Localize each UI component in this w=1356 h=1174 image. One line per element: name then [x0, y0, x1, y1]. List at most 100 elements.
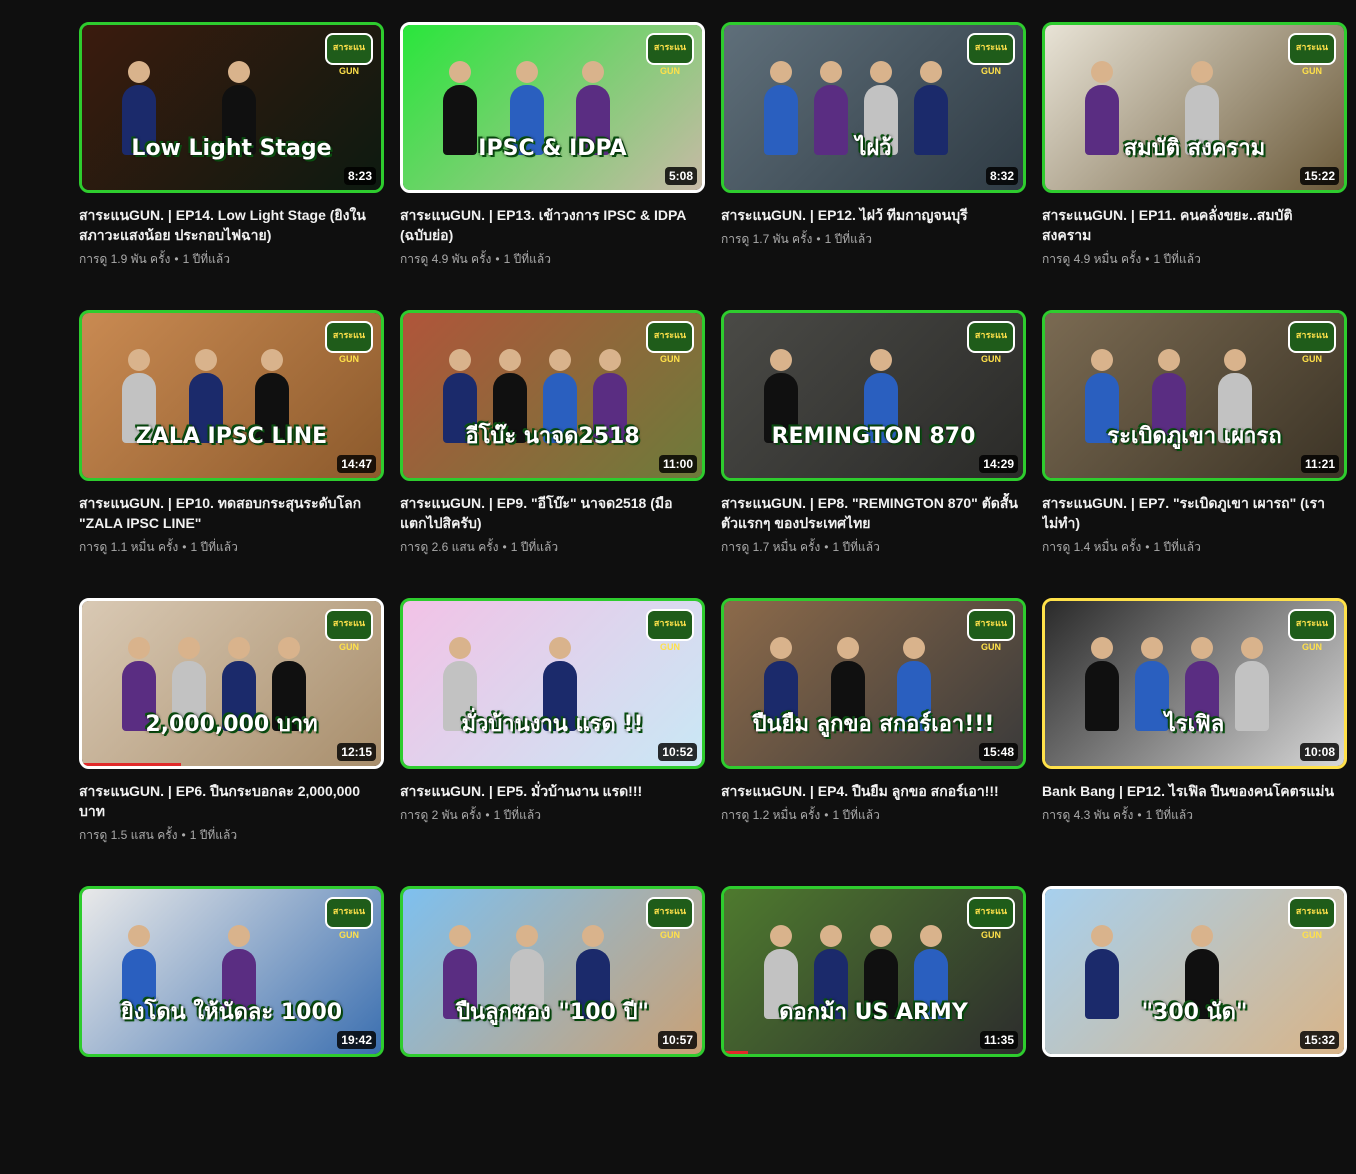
person-head — [128, 61, 150, 83]
person-head — [449, 349, 471, 371]
video-card[interactable]: สาระแน GUN ดอกม้า US ARMY 11:35 — [721, 886, 1026, 1174]
view-count: การดู 1.1 หมื่น ครั้ง — [79, 540, 179, 554]
video-thumbnail[interactable]: สาระแน GUN 2,000,000 บาท 12:15 — [79, 598, 384, 769]
video-card[interactable]: สาระแน GUN REMINGTON 870 14:29 สาระแนGUN. |… — [721, 310, 1026, 598]
view-count: การดู 2.6 แสน ครั้ง — [400, 540, 499, 554]
video-thumbnail[interactable]: สาระแน GUN ยิงโดน ให้นัดละ 1000 19:42 — [79, 886, 384, 1057]
person-head — [499, 349, 521, 371]
video-thumbnail[interactable]: สาระแน GUN ระเบิดภูเขา เผารถ 11:21 — [1042, 310, 1347, 481]
channel-logo-icon: สาระแน GUN — [1288, 33, 1336, 76]
video-title[interactable]: สาระแนGUN. | EP12. ไฝว้ ทีมกาญจนบุรี — [721, 205, 1026, 225]
video-title[interactable]: สาระแนGUN. | EP10. ทดสอบกระสุนระดับโลก "… — [79, 493, 384, 533]
person-head — [836, 637, 859, 659]
meta-separator: • — [824, 540, 829, 554]
channel-logo-icon: สาระแน GUN — [325, 33, 373, 76]
person-head — [1091, 61, 1113, 83]
video-thumbnail[interactable]: สาระแน GUN ไรเฟิล 10:08 — [1042, 598, 1347, 769]
meta-separator: • — [495, 252, 500, 266]
duration-badge: 14:47 — [337, 455, 376, 473]
duration-badge: 15:48 — [979, 743, 1018, 761]
view-count: การดู 4.9 หมื่น ครั้ง — [1042, 252, 1142, 266]
thumbnail-overlay-text: 2,000,000 บาท — [145, 712, 318, 737]
video-thumbnail[interactable]: สาระแน GUN REMINGTON 870 14:29 — [721, 310, 1026, 481]
thumbnail-overlay-text: ดอกม้า US ARMY — [779, 1000, 968, 1025]
meta-separator: • — [181, 828, 186, 842]
channel-logo-icon: สาระแน GUN — [1288, 897, 1336, 940]
channel-logo-icon: สาระแน GUN — [967, 609, 1015, 652]
duration-badge: 19:42 — [337, 1031, 376, 1049]
channel-logo-icon: สาระแน GUN — [967, 33, 1015, 76]
video-card[interactable]: สาระแน GUN IPSC & IDPA 5:08 สาระแนGUN. | EP… — [400, 22, 705, 310]
person-head — [228, 637, 250, 659]
video-thumbnail[interactable]: สาระแน GUN ปืนลูกซอง "100 ปี" 10:57 — [400, 886, 705, 1057]
person-head — [770, 637, 792, 659]
meta-separator: • — [1145, 540, 1150, 554]
video-thumbnail[interactable]: สาระแน GUN ไฝว้ 8:32 — [721, 22, 1026, 193]
thumbnail-overlay-text: ปืนยืม ลูกขอ สกอร์เอา!!! — [752, 712, 995, 737]
video-title[interactable]: สาระแนGUN. | EP11. คนคลั่งขยะ..สมบัติสงค… — [1042, 205, 1347, 245]
duration-badge: 8:23 — [343, 167, 376, 185]
video-title[interactable]: สาระแนGUN. | EP6. ปืนกระบอกละ 2,000,000 … — [79, 781, 384, 821]
video-card[interactable]: สาระแน GUN ZALA IPSC LINE 14:47 สาระแนGUN. … — [79, 310, 384, 598]
channel-logo-icon: สาระแน GUN — [646, 321, 694, 364]
video-title[interactable]: สาระแนGUN. | EP14. Low Light Stage (ยิงใ… — [79, 205, 384, 245]
channel-logo-icon: สาระแน GUN — [325, 609, 373, 652]
video-title[interactable]: สาระแนGUN. | EP7. "ระเบิดภูเขา เผารถ" (เ… — [1042, 493, 1347, 533]
video-title[interactable]: สาระแนGUN. | EP9. "อีโบ๊ะ" นาจด2518 (มือ… — [400, 493, 705, 533]
video-card[interactable]: สาระแน GUN สมบัติ สงคราม 15:22 สาระแนGUN. |… — [1042, 22, 1347, 310]
video-metadata: การดู 2.6 แสน ครั้ง • 1 ปีที่แล้ว — [400, 539, 705, 555]
video-thumbnail[interactable]: สาระแน GUN มั่วบ้านงาน แรด !! 10:52 — [400, 598, 705, 769]
video-card[interactable]: สาระแน GUN ปืนยืม ลูกขอ สกอร์เอา!!! 15:48 ส… — [721, 598, 1026, 886]
upload-age: 1 ปีที่แล้ว — [493, 808, 541, 822]
channel-logo-icon: สาระแน GUN — [1288, 321, 1336, 364]
video-thumbnail[interactable]: สาระแน GUN สมบัติ สงคราม 15:22 — [1042, 22, 1347, 193]
video-thumbnail[interactable]: สาระแน GUN IPSC & IDPA 5:08 — [400, 22, 705, 193]
video-thumbnail[interactable]: สาระแน GUN อีโบ๊ะ นาจด2518 11:00 — [400, 310, 705, 481]
video-card[interactable]: สาระแน GUN อีโบ๊ะ นาจด2518 11:00 สาระแนGUN.… — [400, 310, 705, 598]
video-title[interactable]: สาระแนGUN. | EP4. ปืนยืม ลูกขอ สกอร์เอา!… — [721, 781, 1026, 801]
video-card[interactable]: สาระแน GUN ปืนลูกซอง "100 ปี" 10:57 — [400, 886, 705, 1174]
video-card[interactable]: สาระแน GUN Low Light Stage 8:23 สาระแนGUN. … — [79, 22, 384, 310]
channel-logo-icon: สาระแน GUN — [1288, 609, 1336, 652]
video-title[interactable]: สาระแนGUN. | EP13. เข้าวงการ IPSC & IDPA… — [400, 205, 705, 245]
video-title[interactable]: สาระแนGUN. | EP5. มั่วบ้านงาน แรด!!! — [400, 781, 705, 801]
video-metadata: การดู 2 พัน ครั้ง • 1 ปีที่แล้ว — [400, 807, 705, 823]
view-count: การดู 1.2 หมื่น ครั้ง — [721, 808, 821, 822]
view-count: การดู 4.9 พัน ครั้ง — [400, 252, 492, 266]
person-head — [770, 61, 792, 83]
video-thumbnail[interactable]: สาระแน GUN ปืนยืม ลูกขอ สกอร์เอา!!! 15:48 — [721, 598, 1026, 769]
person-head — [1157, 349, 1180, 371]
upload-age: 1 ปีที่แล้ว — [510, 540, 559, 554]
channel-logo-icon: สาระแน GUN — [967, 897, 1015, 940]
thumbnail-overlay-text: ไรเฟิล — [1164, 712, 1225, 737]
person-head — [449, 61, 471, 83]
video-card[interactable]: สาระแน GUN ไฝว้ 8:32 สาระแนGUN. | EP12. ไฝว… — [721, 22, 1026, 310]
upload-age: 1 ปีที่แล้ว — [190, 540, 238, 554]
video-card[interactable]: สาระแน GUN มั่วบ้านงาน แรด !! 10:52 สาระแนG… — [400, 598, 705, 886]
person-head — [1091, 637, 1113, 659]
person-head — [261, 349, 284, 371]
video-thumbnail[interactable]: สาระแน GUN ZALA IPSC LINE 14:47 — [79, 310, 384, 481]
person-head — [770, 349, 792, 371]
video-metadata: การดู 1.4 หมื่น ครั้ง • 1 ปีที่แล้ว — [1042, 539, 1347, 555]
thumbnail-overlay-text: REMINGTON 870 — [771, 424, 976, 449]
person-head — [582, 61, 605, 83]
video-metadata: การดู 1.7 หมื่น ครั้ง • 1 ปีที่แล้ว — [721, 539, 1026, 555]
video-card[interactable]: สาระแน GUN ไรเฟิล 10:08 Bank Bang | EP12. ไ… — [1042, 598, 1347, 886]
thumbnail-overlay-text: มั่วบ้านงาน แรด !! — [461, 712, 644, 737]
video-thumbnail[interactable]: สาระแน GUN "300 นัด" 15:32 — [1042, 886, 1347, 1057]
video-thumbnail[interactable]: สาระแน GUN Low Light Stage 8:23 — [79, 22, 384, 193]
video-card[interactable]: สาระแน GUN ยิงโดน ให้นัดละ 1000 19:42 — [79, 886, 384, 1174]
person-head — [128, 925, 150, 947]
person-head — [870, 61, 892, 83]
person-head — [515, 925, 538, 947]
person-head — [515, 61, 538, 83]
video-card[interactable]: สาระแน GUN ระเบิดภูเขา เผารถ 11:21 สาระแนGU… — [1042, 310, 1347, 598]
video-card[interactable]: สาระแน GUN 2,000,000 บาท 12:15 สาระแนGUN. |… — [79, 598, 384, 886]
video-title[interactable]: Bank Bang | EP12. ไรเฟิล ปืนของคนโคตรแม่… — [1042, 781, 1347, 801]
video-card[interactable]: สาระแน GUN "300 นัด" 15:32 — [1042, 886, 1347, 1174]
video-title[interactable]: สาระแนGUN. | EP8. "REMINGTON 870" ตัดสั้… — [721, 493, 1026, 533]
video-thumbnail[interactable]: สาระแน GUN ดอกม้า US ARMY 11:35 — [721, 886, 1026, 1057]
thumbnail-overlay-text: IPSC & IDPA — [478, 136, 627, 161]
person-head — [178, 637, 200, 659]
